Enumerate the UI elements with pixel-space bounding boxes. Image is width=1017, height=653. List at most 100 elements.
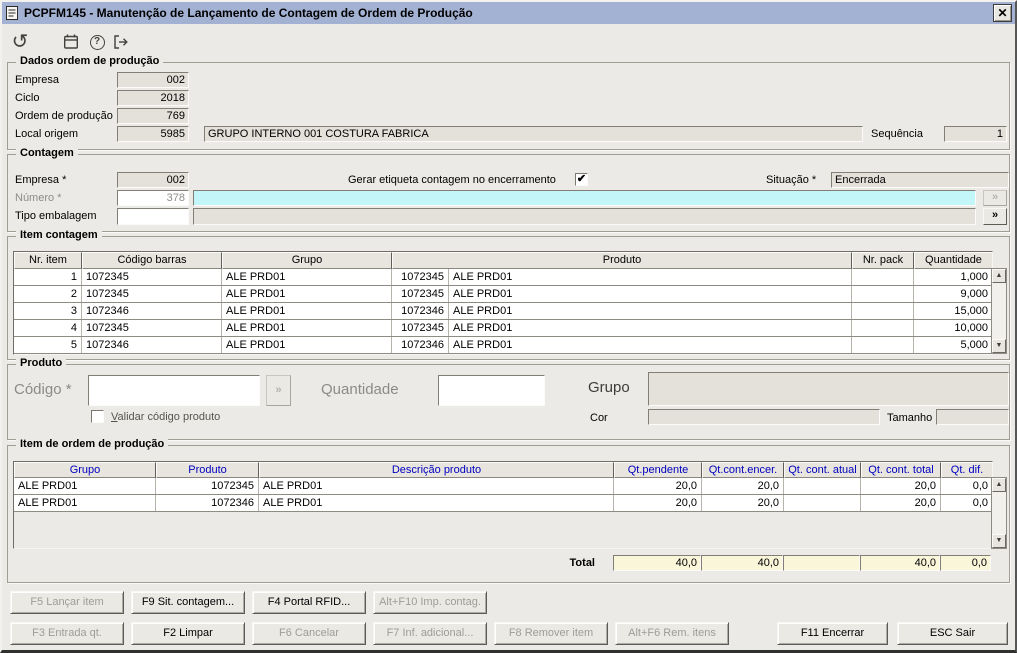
cell-barras[interactable]: 1072345 <box>82 286 222 302</box>
cell-descricao[interactable]: ALE PRD01 <box>259 495 614 511</box>
cell-prod_cod[interactable]: 1072345 <box>392 320 449 336</box>
table-row[interactable]: 1 1072345 ALE PRD01 1072345 ALE PRD01 1,000 <box>14 269 992 286</box>
scroll-up-icon[interactable]: ▲ <box>992 269 1006 283</box>
cell-barras[interactable]: 1072346 <box>82 303 222 319</box>
col-qt-cont-total[interactable]: Qt. cont. total <box>861 462 941 478</box>
cell-grupo[interactable]: ALE PRD01 <box>222 337 392 353</box>
cell-dif[interactable]: 0,0 <box>941 495 992 511</box>
cell-pack[interactable] <box>852 269 914 285</box>
close-button[interactable]: ✕ <box>993 4 1012 22</box>
item-op-scrollbar[interactable]: ▲ ▼ <box>991 477 1007 549</box>
cell-nr[interactable]: 5 <box>14 337 82 353</box>
cell-qtd[interactable]: 10,000 <box>914 320 992 336</box>
cell-produto[interactable]: 1072346 <box>156 495 259 511</box>
cell-grupo[interactable]: ALE PRD01 <box>222 320 392 336</box>
cell-encer[interactable]: 20,0 <box>702 495 784 511</box>
cell-nr[interactable]: 1 <box>14 269 82 285</box>
tipo-embalagem-input[interactable] <box>117 208 189 225</box>
numero-input[interactable] <box>117 190 189 206</box>
col-qt-pendente[interactable]: Qt.pendente <box>614 462 702 478</box>
col-grupo[interactable]: Grupo <box>14 462 156 478</box>
gerar-etiqueta-checkbox[interactable]: ✔ <box>575 173 588 186</box>
cell-prod_nome[interactable]: ALE PRD01 <box>449 303 852 319</box>
cell-descricao[interactable]: ALE PRD01 <box>259 478 614 494</box>
cell-qtd[interactable]: 15,000 <box>914 303 992 319</box>
cell-pack[interactable] <box>852 320 914 336</box>
table-row[interactable]: 2 1072345 ALE PRD01 1072345 ALE PRD01 9,000 <box>14 286 992 303</box>
f4-portal-rfid-button[interactable]: F4 Portal RFID... <box>252 591 366 614</box>
cell-qtd[interactable]: 1,000 <box>914 269 992 285</box>
cell-nr[interactable]: 2 <box>14 286 82 302</box>
scroll-up-icon[interactable]: ▲ <box>992 478 1006 492</box>
codigo-input[interactable] <box>88 375 260 406</box>
scroll-down-icon[interactable]: ▼ <box>992 534 1006 548</box>
cell-nr[interactable]: 3 <box>14 303 82 319</box>
col-nr-pack[interactable]: Nr. pack <box>852 252 914 269</box>
cell-prod_cod[interactable]: 1072345 <box>392 286 449 302</box>
cell-total[interactable]: 20,0 <box>861 495 941 511</box>
col-nr-item[interactable]: Nr. item <box>14 252 82 269</box>
cell-total[interactable]: 20,0 <box>861 478 941 494</box>
calendar-icon[interactable] <box>59 30 83 54</box>
item-contagem-scrollbar[interactable]: ▲ ▼ <box>991 268 1007 354</box>
cell-grupo[interactable]: ALE PRD01 <box>222 286 392 302</box>
cell-prod_nome[interactable]: ALE PRD01 <box>449 337 852 353</box>
cell-grupo[interactable]: ALE PRD01 <box>222 303 392 319</box>
col-produto[interactable]: Produto <box>156 462 259 478</box>
table-row[interactable]: ALE PRD01 1072345 ALE PRD01 20,0 20,0 20,0 0,0 <box>14 478 992 495</box>
cell-prod_nome[interactable]: ALE PRD01 <box>449 286 852 302</box>
f11-encerrar-button[interactable]: F11 Encerrar <box>777 622 888 645</box>
cell-pack[interactable] <box>852 303 914 319</box>
cell-pack[interactable] <box>852 286 914 302</box>
cell-grupo[interactable]: ALE PRD01 <box>14 478 156 494</box>
table-row[interactable]: 5 1072346 ALE PRD01 1072346 ALE PRD01 5,000 <box>14 337 992 354</box>
esc-sair-button[interactable]: ESC Sair <box>897 622 1008 645</box>
cell-barras[interactable]: 1072345 <box>82 269 222 285</box>
f8-remover-item-button: F8 Remover item <box>494 622 608 645</box>
refresh-icon[interactable]: ↺ <box>8 30 32 54</box>
local-origem-descricao-field: GRUPO INTERNO 001 COSTURA FABRICA <box>204 126 863 142</box>
cell-produto[interactable]: 1072345 <box>156 478 259 494</box>
cell-dif[interactable]: 0,0 <box>941 478 992 494</box>
cell-pack[interactable] <box>852 337 914 353</box>
cell-barras[interactable]: 1072346 <box>82 337 222 353</box>
col-quantidade[interactable]: Quantidade <box>914 252 992 269</box>
cell-pendente[interactable]: 20,0 <box>614 478 702 494</box>
title-bar[interactable]: PCPFM145 - Manutenção de Lançamento de C… <box>2 2 1015 24</box>
col-qt-cont-atual[interactable]: Qt. cont. atual <box>784 462 861 478</box>
expand-tipo-button[interactable]: » <box>983 208 1007 225</box>
cell-prod_nome[interactable]: ALE PRD01 <box>449 320 852 336</box>
col-grupo[interactable]: Grupo <box>222 252 392 269</box>
cell-qtd[interactable]: 9,000 <box>914 286 992 302</box>
cell-grupo[interactable]: ALE PRD01 <box>14 495 156 511</box>
cell-atual[interactable] <box>784 495 861 511</box>
cell-prod_cod[interactable]: 1072345 <box>392 269 449 285</box>
col-descricao-produto[interactable]: Descrição produto <box>259 462 614 478</box>
cell-nr[interactable]: 4 <box>14 320 82 336</box>
cell-atual[interactable] <box>784 478 861 494</box>
cell-grupo[interactable]: ALE PRD01 <box>222 269 392 285</box>
cell-encer[interactable]: 20,0 <box>702 478 784 494</box>
table-row[interactable]: ALE PRD01 1072346 ALE PRD01 20,0 20,0 20,0 0,0 <box>14 495 992 512</box>
cell-barras[interactable]: 1072345 <box>82 320 222 336</box>
col-qt-dif[interactable]: Qt. dif. <box>941 462 992 478</box>
f2-limpar-button[interactable]: F2 Limpar <box>131 622 245 645</box>
col-codigo-barras[interactable]: Código barras <box>82 252 222 269</box>
help-icon[interactable]: ? <box>85 30 109 54</box>
cell-prod_cod[interactable]: 1072346 <box>392 303 449 319</box>
validar-codigo-checkbox[interactable] <box>91 410 104 423</box>
cell-prod_cod[interactable]: 1072346 <box>392 337 449 353</box>
table-row[interactable]: 4 1072345 ALE PRD01 1072345 ALE PRD01 10,000 <box>14 320 992 337</box>
scroll-down-icon[interactable]: ▼ <box>992 339 1006 353</box>
cell-pendente[interactable]: 20,0 <box>614 495 702 511</box>
exit-icon[interactable] <box>109 30 133 54</box>
cor-label: Cor <box>590 412 608 424</box>
group-title: Produto <box>16 357 67 369</box>
col-produto[interactable]: Produto <box>392 252 852 269</box>
f9-sit-contagem-button[interactable]: F9 Sit. contagem... <box>131 591 245 614</box>
col-qt-cont-encer[interactable]: Qt.cont.encer. <box>702 462 784 478</box>
cell-qtd[interactable]: 5,000 <box>914 337 992 353</box>
table-row[interactable]: 3 1072346 ALE PRD01 1072346 ALE PRD01 15,000 <box>14 303 992 320</box>
cell-prod_nome[interactable]: ALE PRD01 <box>449 269 852 285</box>
quantidade-input[interactable] <box>438 375 545 406</box>
